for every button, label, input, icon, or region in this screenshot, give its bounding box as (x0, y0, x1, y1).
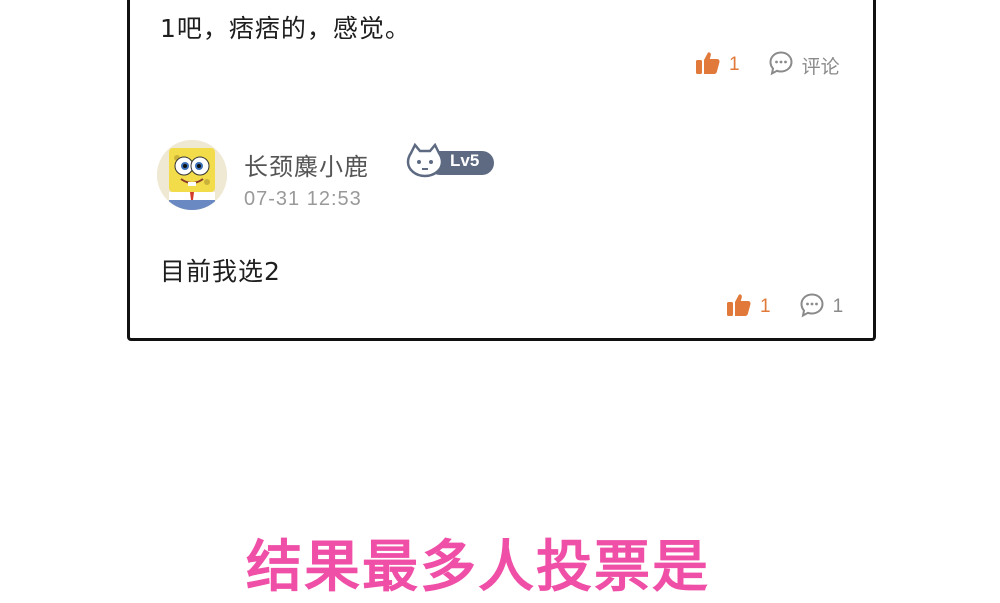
thumbs-up-icon (726, 292, 752, 322)
like-button[interactable]: 1 (726, 292, 771, 322)
comment-text: 目前我选2 (160, 257, 281, 286)
level-text: Lv5 (450, 151, 480, 170)
previous-comment-text: 1吧，痞痞的，感觉。 (160, 14, 411, 43)
like-button[interactable]: 1 (695, 50, 740, 80)
comment-label: 评论 (801, 55, 840, 78)
comment-button[interactable]: 1 (799, 292, 844, 322)
previous-comment-actions: 1 评论 (695, 51, 840, 79)
username[interactable]: 长颈麋小鹿 (244, 147, 369, 182)
comment-actions: 1 1 (726, 293, 843, 321)
comment-count: 1 (832, 296, 844, 317)
like-count: 1 (760, 296, 771, 317)
speech-bubble-icon (799, 292, 825, 322)
caption-text: 结果最多人投票是 (246, 535, 710, 600)
timestamp: 07-31 12:53 (244, 188, 362, 210)
comment-panel: 1吧，痞痞的，感觉。 1 评论 长颈麋小鹿 Lv5 07-31 12:53 目前… (127, 0, 876, 341)
comment-button[interactable]: 评论 (768, 50, 840, 80)
spongebob-avatar-icon (157, 140, 227, 210)
thumbs-up-icon (695, 50, 721, 80)
level-badge: Lv5 (406, 142, 496, 179)
speech-bubble-icon (768, 50, 794, 80)
avatar[interactable] (157, 140, 227, 210)
like-count: 1 (729, 54, 740, 75)
